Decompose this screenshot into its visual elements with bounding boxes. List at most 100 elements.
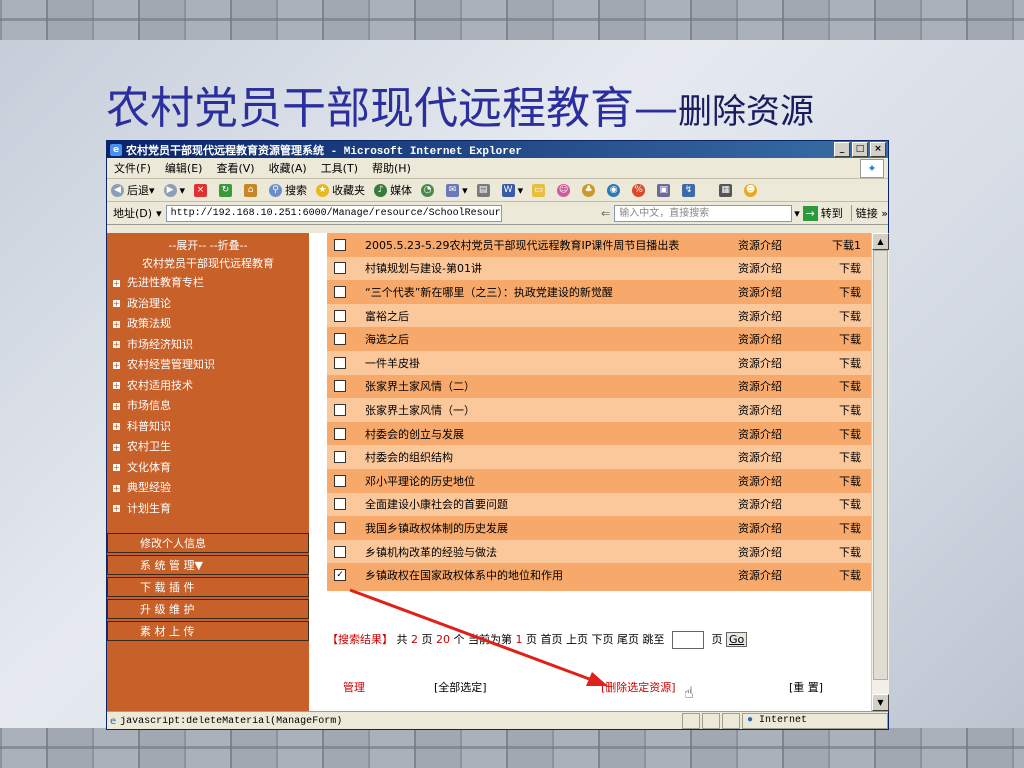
category-item[interactable]: + 政策法规: [107, 314, 309, 335]
pager-next[interactable]: 下页: [592, 633, 614, 646]
download-link[interactable]: 下载: [813, 355, 861, 371]
resource-intro-link[interactable]: 资源介绍: [738, 426, 813, 442]
resource-intro-link[interactable]: 资源介绍: [738, 378, 813, 394]
menu-system-manage[interactable]: 系 统 管 理▼: [107, 555, 309, 575]
resource-intro-link[interactable]: 资源介绍: [738, 520, 813, 536]
row-checkbox[interactable]: [334, 474, 346, 487]
category-item[interactable]: + 农村经营管理知识: [107, 355, 309, 376]
resource-name[interactable]: 张家界土家风情（一）: [365, 402, 738, 418]
resource-name[interactable]: 海选之后: [365, 331, 738, 347]
resource-intro-link[interactable]: 资源介绍: [738, 260, 813, 276]
resource-intro-link[interactable]: 资源介绍: [738, 496, 813, 512]
download-link[interactable]: 下载: [813, 544, 861, 560]
resource-name[interactable]: 富裕之后: [365, 308, 738, 324]
download-link[interactable]: 下载: [813, 402, 861, 418]
pager-last[interactable]: 尾页: [617, 633, 639, 646]
favorites-button[interactable]: ★ 收藏夹: [316, 182, 365, 198]
resource-intro-link[interactable]: 资源介绍: [738, 308, 813, 324]
download-link[interactable]: 下载: [813, 473, 861, 489]
download-link[interactable]: 下载: [813, 260, 861, 276]
resource-intro-link[interactable]: 资源介绍: [738, 473, 813, 489]
download-link[interactable]: 下载1: [813, 237, 861, 253]
row-checkbox[interactable]: [334, 285, 346, 298]
pager-go-button[interactable]: Go: [726, 632, 748, 647]
menu-tools[interactable]: 工具(T): [314, 160, 365, 176]
row-checkbox[interactable]: ✓: [334, 569, 346, 582]
resource-name[interactable]: 乡镇政权在国家政权体系中的地位和作用: [365, 567, 738, 583]
go-arrow-icon[interactable]: →: [802, 205, 818, 221]
resource-name[interactable]: 乡镇机构改革的经验与做法: [365, 544, 738, 560]
edit-button[interactable]: W ▾: [501, 183, 523, 197]
category-item[interactable]: + 科普知识: [107, 417, 309, 438]
maximize-button[interactable]: □: [852, 142, 868, 157]
category-item[interactable]: + 文化体育: [107, 458, 309, 479]
category-item[interactable]: + 农村卫生: [107, 437, 309, 458]
menu-file[interactable]: 文件(F): [107, 160, 158, 176]
folder-button[interactable]: ▭: [532, 183, 548, 197]
back-button[interactable]: ◀ 后退 ▾: [111, 182, 155, 198]
menu-help[interactable]: 帮助(H): [365, 160, 418, 176]
download-link[interactable]: 下载: [813, 284, 861, 300]
resource-name[interactable]: 一件羊皮褂: [365, 355, 738, 371]
menu-view[interactable]: 查看(V): [209, 160, 261, 176]
vertical-scrollbar[interactable]: ▲ ▼: [871, 233, 889, 711]
resource-name[interactable]: 村委会的组织结构: [365, 449, 738, 465]
download-link[interactable]: 下载: [813, 331, 861, 347]
row-checkbox[interactable]: [334, 356, 346, 369]
category-item[interactable]: + 计划生育: [107, 499, 309, 520]
research-button[interactable]: ▣: [657, 183, 673, 197]
resource-name[interactable]: 村委会的创立与发展: [365, 426, 738, 442]
history-button[interactable]: ◔: [421, 183, 437, 197]
sidebar-root[interactable]: 农村党员干部现代远程教育: [107, 255, 309, 273]
scroll-up-icon[interactable]: ▲: [872, 233, 889, 250]
reset-link[interactable]: [重 置]: [789, 679, 823, 695]
delete-selected-link[interactable]: [删除选定资源]: [601, 679, 676, 695]
menu-material-upload[interactable]: 素 材 上 传: [107, 621, 309, 641]
row-checkbox[interactable]: [334, 333, 346, 346]
resource-intro-link[interactable]: 资源介绍: [738, 284, 813, 300]
stop-button[interactable]: ×: [194, 183, 210, 197]
row-checkbox[interactable]: [334, 521, 346, 534]
qq-button[interactable]: %: [632, 183, 648, 197]
resource-intro-link[interactable]: 资源介绍: [738, 355, 813, 371]
resource-name[interactable]: 村镇规划与建设-第01讲: [365, 260, 738, 276]
download-link[interactable]: 下载: [813, 426, 861, 442]
row-checkbox[interactable]: [334, 545, 346, 558]
row-checkbox[interactable]: [334, 498, 346, 511]
download-link[interactable]: 下载: [813, 449, 861, 465]
resource-intro-link[interactable]: 资源介绍: [738, 544, 813, 560]
resource-intro-link[interactable]: 资源介绍: [738, 237, 813, 253]
resource-name[interactable]: 张家界土家风情（二）: [365, 378, 738, 394]
download-link[interactable]: 下载: [813, 567, 861, 583]
download-link[interactable]: 下载: [813, 308, 861, 324]
category-item[interactable]: + 市场信息: [107, 396, 309, 417]
row-checkbox[interactable]: [334, 427, 346, 440]
category-item[interactable]: + 市场经济知识: [107, 335, 309, 356]
row-checkbox[interactable]: [334, 262, 346, 275]
address-dropdown-icon[interactable]: ▾: [156, 207, 162, 220]
close-button[interactable]: ×: [870, 142, 886, 157]
category-item[interactable]: + 先进性教育专栏: [107, 273, 309, 294]
menu-download-plugin[interactable]: 下 载 插 件: [107, 577, 309, 597]
pager-prev[interactable]: 上页: [566, 633, 588, 646]
tool-button[interactable]: ◉: [607, 183, 623, 197]
row-checkbox[interactable]: [334, 380, 346, 393]
media-button[interactable]: ♪ 媒体: [374, 182, 412, 198]
download-link[interactable]: 下载: [813, 496, 861, 512]
address-input[interactable]: http://192.168.10.251:6000/Manage/resour…: [165, 204, 502, 222]
row-checkbox[interactable]: [334, 309, 346, 322]
page-number-input[interactable]: [672, 631, 704, 649]
menu-edit-profile[interactable]: 修改个人信息: [107, 533, 309, 553]
search-button[interactable]: ⚲ 搜索: [269, 182, 307, 198]
print-button[interactable]: ▤: [476, 183, 493, 197]
menu-upgrade-maintain[interactable]: 升 级 维 护: [107, 599, 309, 619]
home-button[interactable]: ⌂: [244, 183, 260, 197]
smiley-button[interactable]: ☻: [744, 183, 760, 197]
download-link[interactable]: 下载: [813, 520, 861, 536]
forward-button[interactable]: ▶ ▾: [163, 183, 185, 197]
messenger-button[interactable]: ☺: [557, 183, 573, 197]
pager-first[interactable]: 首页: [541, 633, 563, 646]
row-checkbox[interactable]: [334, 238, 346, 251]
category-item[interactable]: + 典型经验: [107, 478, 309, 499]
resource-intro-link[interactable]: 资源介绍: [738, 449, 813, 465]
